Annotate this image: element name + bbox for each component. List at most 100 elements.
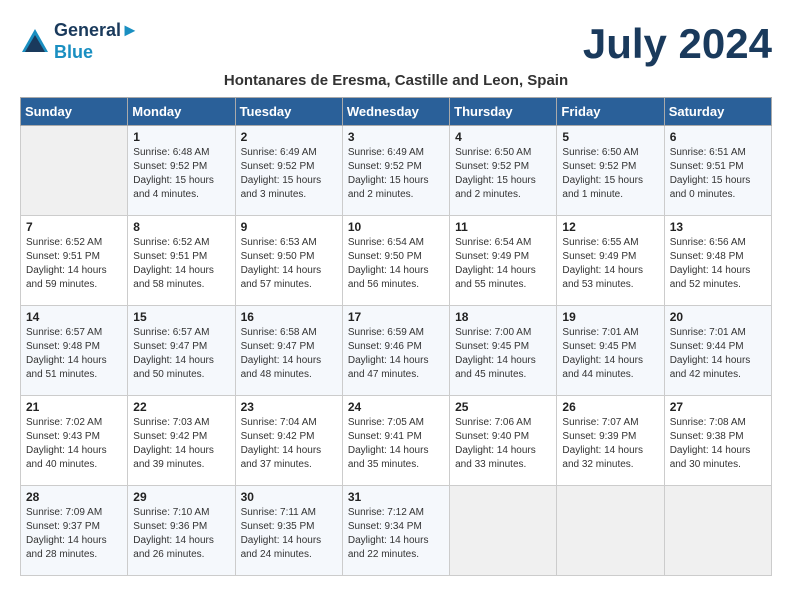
calendar-cell [450, 486, 557, 576]
title-block: July 2024 [583, 20, 772, 68]
day-number: 31 [348, 490, 444, 504]
calendar-cell: 5 Sunrise: 6:50 AMSunset: 9:52 PMDaylight… [557, 126, 664, 216]
day-info: Sunrise: 6:50 AMSunset: 9:52 PMDaylight:… [562, 146, 658, 202]
day-number: 4 [455, 130, 551, 144]
day-info: Sunrise: 6:59 AMSunset: 9:46 PMDaylight:… [348, 326, 444, 382]
day-info: Sunrise: 7:01 AMSunset: 9:45 PMDaylight:… [562, 326, 658, 382]
calendar-cell: 27 Sunrise: 7:08 AMSunset: 9:38 PMDayligh… [664, 396, 771, 486]
calendar-cell: 4 Sunrise: 6:50 AMSunset: 9:52 PMDaylight… [450, 126, 557, 216]
calendar-cell: 17 Sunrise: 6:59 AMSunset: 9:46 PMDayligh… [342, 306, 449, 396]
day-info: Sunrise: 6:51 AMSunset: 9:51 PMDaylight:… [670, 146, 766, 202]
calendar-cell: 1 Sunrise: 6:48 AMSunset: 9:52 PMDaylight… [128, 126, 235, 216]
calendar-cell [557, 486, 664, 576]
logo-icon [20, 27, 50, 57]
calendar-cell: 29 Sunrise: 7:10 AMSunset: 9:36 PMDayligh… [128, 486, 235, 576]
calendar-cell: 28 Sunrise: 7:09 AMSunset: 9:37 PMDayligh… [21, 486, 128, 576]
logo: General► Blue [20, 20, 139, 63]
day-number: 13 [670, 220, 766, 234]
day-info: Sunrise: 7:12 AMSunset: 9:34 PMDaylight:… [348, 506, 444, 562]
day-number: 1 [133, 130, 229, 144]
day-info: Sunrise: 6:49 AMSunset: 9:52 PMDaylight:… [241, 146, 337, 202]
calendar-cell: 6 Sunrise: 6:51 AMSunset: 9:51 PMDaylight… [664, 126, 771, 216]
day-number: 3 [348, 130, 444, 144]
day-info: Sunrise: 7:09 AMSunset: 9:37 PMDaylight:… [26, 506, 122, 562]
day-number: 17 [348, 310, 444, 324]
day-number: 22 [133, 400, 229, 414]
calendar-cell: 12Sunrise: 6:55 AMSunset: 9:49 PMDayligh… [557, 216, 664, 306]
calendar-cell: 16 Sunrise: 6:58 AMSunset: 9:47 PMDayligh… [235, 306, 342, 396]
calendar-cell: 3 Sunrise: 6:49 AMSunset: 9:52 PMDaylight… [342, 126, 449, 216]
day-number: 29 [133, 490, 229, 504]
calendar-cell: 20 Sunrise: 7:01 AMSunset: 9:44 PMDayligh… [664, 306, 771, 396]
day-info: Sunrise: 6:57 AMSunset: 9:47 PMDaylight:… [133, 326, 229, 382]
location: Hontanares de Eresma, Castille and Leon,… [20, 72, 772, 89]
day-info: Sunrise: 7:05 AMSunset: 9:41 PMDaylight:… [348, 416, 444, 472]
day-info: Sunrise: 6:52 AMSunset: 9:51 PMDaylight:… [26, 236, 122, 292]
day-info: Sunrise: 7:07 AMSunset: 9:39 PMDaylight:… [562, 416, 658, 472]
week-row-5: 28 Sunrise: 7:09 AMSunset: 9:37 PMDayligh… [21, 486, 772, 576]
day-info: Sunrise: 7:08 AMSunset: 9:38 PMDaylight:… [670, 416, 766, 472]
weekday-header-monday: Monday [128, 98, 235, 126]
weekday-header-friday: Friday [557, 98, 664, 126]
day-number: 23 [241, 400, 337, 414]
calendar-cell: 26Sunrise: 7:07 AMSunset: 9:39 PMDayligh… [557, 396, 664, 486]
day-number: 6 [670, 130, 766, 144]
day-info: Sunrise: 7:03 AMSunset: 9:42 PMDaylight:… [133, 416, 229, 472]
week-row-4: 21 Sunrise: 7:02 AMSunset: 9:43 PMDayligh… [21, 396, 772, 486]
day-info: Sunrise: 6:48 AMSunset: 9:52 PMDaylight:… [133, 146, 229, 202]
day-info: Sunrise: 6:50 AMSunset: 9:52 PMDaylight:… [455, 146, 551, 202]
calendar-cell: 30 Sunrise: 7:11 AMSunset: 9:35 PMDayligh… [235, 486, 342, 576]
day-info: Sunrise: 6:53 AMSunset: 9:50 PMDaylight:… [241, 236, 337, 292]
day-info: Sunrise: 6:57 AMSunset: 9:48 PMDaylight:… [26, 326, 122, 382]
day-info: Sunrise: 7:04 AMSunset: 9:42 PMDaylight:… [241, 416, 337, 472]
calendar-cell: 15Sunrise: 6:57 AMSunset: 9:47 PMDayligh… [128, 306, 235, 396]
calendar-cell [664, 486, 771, 576]
page-container: General► Blue July 2024 Hontanares de Er… [20, 20, 772, 576]
calendar-cell: 25Sunrise: 7:06 AMSunset: 9:40 PMDayligh… [450, 396, 557, 486]
day-number: 30 [241, 490, 337, 504]
day-info: Sunrise: 6:55 AMSunset: 9:49 PMDaylight:… [562, 236, 658, 292]
day-info: Sunrise: 7:06 AMSunset: 9:40 PMDaylight:… [455, 416, 551, 472]
calendar-cell: 22 Sunrise: 7:03 AMSunset: 9:42 PMDayligh… [128, 396, 235, 486]
calendar-cell: 31 Sunrise: 7:12 AMSunset: 9:34 PMDayligh… [342, 486, 449, 576]
month-title: July 2024 [583, 20, 772, 68]
day-info: Sunrise: 6:56 AMSunset: 9:48 PMDaylight:… [670, 236, 766, 292]
page-header: General► Blue July 2024 [20, 20, 772, 68]
day-info: Sunrise: 6:49 AMSunset: 9:52 PMDaylight:… [348, 146, 444, 202]
weekday-header-thursday: Thursday [450, 98, 557, 126]
calendar-cell: 18Sunrise: 7:00 AMSunset: 9:45 PMDayligh… [450, 306, 557, 396]
logo-text: General► Blue [54, 20, 139, 63]
calendar-cell: 23 Sunrise: 7:04 AMSunset: 9:42 PMDayligh… [235, 396, 342, 486]
day-number: 24 [348, 400, 444, 414]
week-row-3: 14Sunrise: 6:57 AMSunset: 9:48 PMDayligh… [21, 306, 772, 396]
calendar-cell: 14Sunrise: 6:57 AMSunset: 9:48 PMDayligh… [21, 306, 128, 396]
weekday-header-sunday: Sunday [21, 98, 128, 126]
weekday-header-wednesday: Wednesday [342, 98, 449, 126]
calendar-cell: 24 Sunrise: 7:05 AMSunset: 9:41 PMDayligh… [342, 396, 449, 486]
day-number: 27 [670, 400, 766, 414]
day-info: Sunrise: 6:58 AMSunset: 9:47 PMDaylight:… [241, 326, 337, 382]
week-row-1: 1 Sunrise: 6:48 AMSunset: 9:52 PMDaylight… [21, 126, 772, 216]
day-number: 11 [455, 220, 551, 234]
day-info: Sunrise: 7:00 AMSunset: 9:45 PMDaylight:… [455, 326, 551, 382]
day-info: Sunrise: 7:02 AMSunset: 9:43 PMDaylight:… [26, 416, 122, 472]
day-number: 8 [133, 220, 229, 234]
day-number: 16 [241, 310, 337, 324]
day-info: Sunrise: 7:10 AMSunset: 9:36 PMDaylight:… [133, 506, 229, 562]
weekday-header-saturday: Saturday [664, 98, 771, 126]
day-info: Sunrise: 7:11 AMSunset: 9:35 PMDaylight:… [241, 506, 337, 562]
calendar-cell: 8 Sunrise: 6:52 AMSunset: 9:51 PMDaylight… [128, 216, 235, 306]
day-number: 28 [26, 490, 122, 504]
calendar-cell [21, 126, 128, 216]
day-number: 21 [26, 400, 122, 414]
day-number: 20 [670, 310, 766, 324]
day-info: Sunrise: 6:54 AMSunset: 9:49 PMDaylight:… [455, 236, 551, 292]
day-info: Sunrise: 6:52 AMSunset: 9:51 PMDaylight:… [133, 236, 229, 292]
day-info: Sunrise: 7:01 AMSunset: 9:44 PMDaylight:… [670, 326, 766, 382]
calendar-cell: 11 Sunrise: 6:54 AMSunset: 9:49 PMDayligh… [450, 216, 557, 306]
calendar-cell: 10Sunrise: 6:54 AMSunset: 9:50 PMDayligh… [342, 216, 449, 306]
day-info: Sunrise: 6:54 AMSunset: 9:50 PMDaylight:… [348, 236, 444, 292]
calendar-cell: 9Sunrise: 6:53 AMSunset: 9:50 PMDaylight… [235, 216, 342, 306]
day-number: 5 [562, 130, 658, 144]
calendar-cell: 2Sunrise: 6:49 AMSunset: 9:52 PMDaylight… [235, 126, 342, 216]
